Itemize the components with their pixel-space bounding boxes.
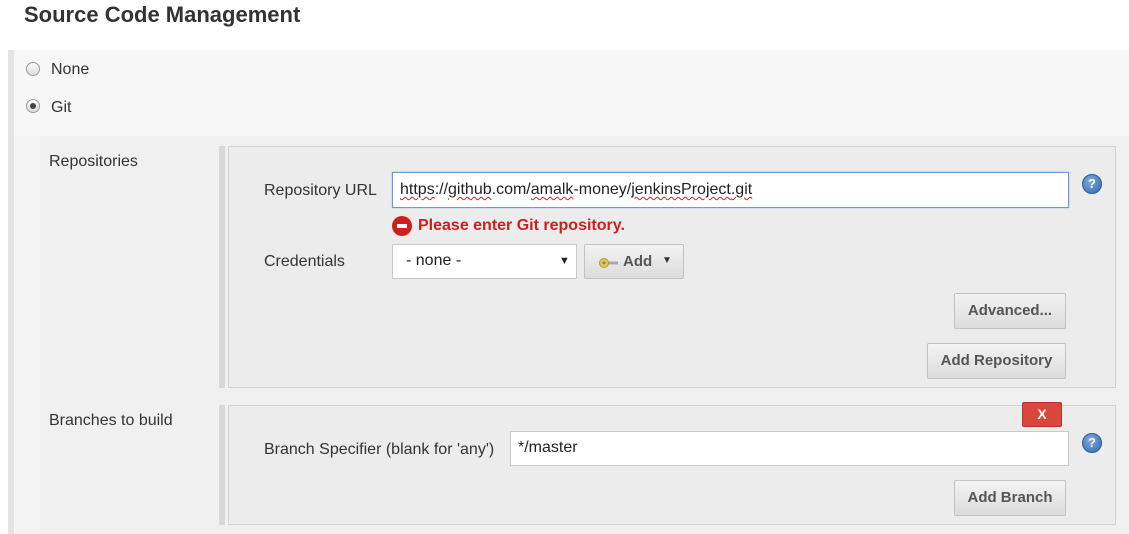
radio-git-circle[interactable]: [26, 99, 40, 113]
url-part-money: -money/: [573, 181, 632, 198]
url-part-git: .git: [730, 181, 753, 198]
credentials-label: Credentials: [264, 253, 345, 270]
url-part-github: github: [448, 181, 492, 198]
repositories-label: Repositories: [49, 153, 138, 170]
add-credentials-button[interactable]: Add ▼: [584, 244, 684, 279]
url-part-project: jenkinsProject: [631, 181, 731, 198]
add-credentials-label: Add: [623, 253, 653, 270]
radio-git-label[interactable]: Git: [51, 99, 71, 117]
branches-bar: [219, 405, 225, 525]
caret-down-icon: ▼: [662, 255, 672, 266]
url-part-sep: ://: [434, 181, 449, 198]
radio-none-circle[interactable]: [26, 62, 40, 76]
scm-options-area: [14, 50, 1129, 136]
branch-specifier-label: Branch Specifier (blank for 'any'): [264, 441, 495, 458]
radio-none-label[interactable]: None: [51, 61, 89, 79]
credentials-selected-value: - none -: [406, 252, 462, 269]
credentials-select[interactable]: - none - ▼: [392, 244, 577, 279]
repository-url-label: Repository URL: [264, 182, 377, 199]
repository-error-message: Please enter Git repository.: [418, 217, 625, 234]
repository-url-help-icon[interactable]: ?: [1082, 174, 1102, 194]
advanced-button[interactable]: Advanced...: [954, 293, 1066, 329]
branches-label: Branches to build: [49, 412, 173, 429]
url-part-com: .com/: [491, 181, 531, 198]
page-title: Source Code Management: [24, 2, 301, 27]
radio-git[interactable]: [26, 99, 40, 113]
add-branch-button[interactable]: Add Branch: [954, 480, 1066, 516]
delete-branch-button[interactable]: X: [1022, 402, 1062, 427]
repositories-bar: [219, 146, 225, 388]
radio-git-selected-dot: [30, 103, 36, 109]
key-icon: [599, 258, 618, 268]
dropdown-arrow-icon: ▼: [559, 255, 570, 267]
repository-url-input[interactable]: https://github.com/amalk-money/jenkinsPr…: [392, 172, 1069, 208]
radio-none[interactable]: [26, 62, 40, 76]
url-part-amalk: amalk: [530, 181, 574, 198]
add-repository-button[interactable]: Add Repository: [927, 343, 1066, 379]
branch-specifier-help-icon[interactable]: ?: [1082, 433, 1102, 453]
branch-specifier-input[interactable]: */master: [510, 431, 1069, 466]
error-icon: [392, 216, 412, 236]
url-part-https: https: [400, 181, 435, 198]
